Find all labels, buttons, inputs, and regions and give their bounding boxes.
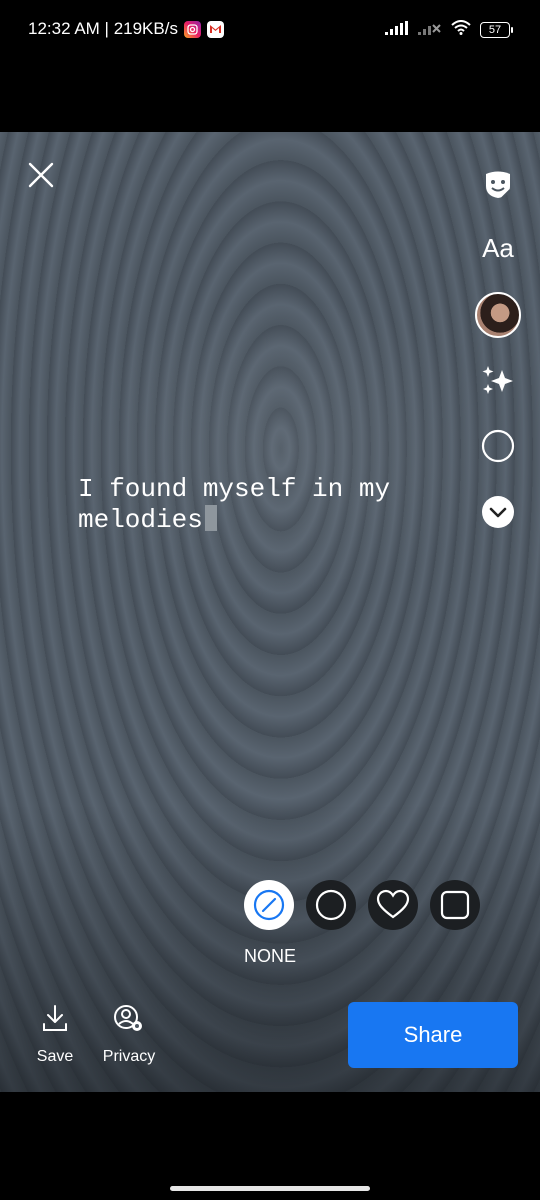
frame-square-button[interactable]	[430, 880, 480, 930]
effects-button[interactable]	[476, 358, 520, 402]
frame-selector	[244, 880, 480, 930]
circle-frame-icon	[315, 889, 347, 921]
close-button[interactable]	[26, 160, 56, 190]
download-icon	[43, 1005, 67, 1031]
effects-sparkle-icon	[482, 366, 513, 394]
signal-x-icon	[418, 21, 442, 40]
wifi-icon	[451, 20, 471, 40]
battery-level: 57	[488, 23, 502, 36]
circle-icon	[481, 429, 515, 463]
heart-frame-icon	[376, 889, 410, 919]
frame-heart-button[interactable]	[368, 880, 418, 930]
text-cursor	[204, 505, 217, 531]
home-indicator[interactable]	[170, 1186, 370, 1191]
instagram-icon	[183, 20, 201, 38]
privacy-button[interactable]: Privacy	[98, 1004, 160, 1066]
text-icon: Aa	[482, 232, 514, 263]
save-label: Save	[36, 1048, 74, 1065]
share-button[interactable]: Share	[348, 1002, 518, 1068]
frame-none-button[interactable]	[244, 880, 294, 930]
shape-button[interactable]	[476, 424, 520, 468]
text-tool-button[interactable]: Aa	[476, 226, 520, 270]
sticker-button[interactable]	[476, 162, 520, 206]
signal-icon	[385, 20, 409, 40]
battery-icon: 57	[480, 22, 513, 38]
no-frame-icon	[253, 889, 285, 921]
close-icon	[28, 162, 54, 188]
square-frame-icon	[440, 890, 470, 920]
privacy-settings-icon	[114, 1005, 142, 1031]
profile-avatar-button[interactable]	[473, 290, 523, 340]
chevron-down-icon	[482, 496, 514, 528]
story-text: I found myself in my melodies	[78, 474, 391, 535]
frame-selected-label: NONE	[244, 946, 297, 966]
status-left: 12:32 AM | 219KB/s	[28, 19, 224, 39]
status-time: 12:32 AM | 219KB/s	[28, 19, 178, 38]
save-button[interactable]: Save	[34, 1004, 76, 1066]
frame-circle-button[interactable]	[306, 880, 356, 930]
more-tools-button[interactable]	[476, 490, 520, 534]
sticker-icon	[486, 171, 511, 199]
status-right: 57	[385, 20, 513, 40]
status-bar: 12:32 AM | 219KB/s 57	[0, 0, 540, 62]
story-canvas[interactable]: Aa I found myself in my melodies NONE Sa…	[0, 132, 540, 1092]
privacy-label: Privacy	[102, 1048, 156, 1065]
story-text-input[interactable]: I found myself in my melodies	[78, 474, 438, 536]
avatar	[475, 292, 521, 338]
gmail-icon	[206, 20, 224, 38]
